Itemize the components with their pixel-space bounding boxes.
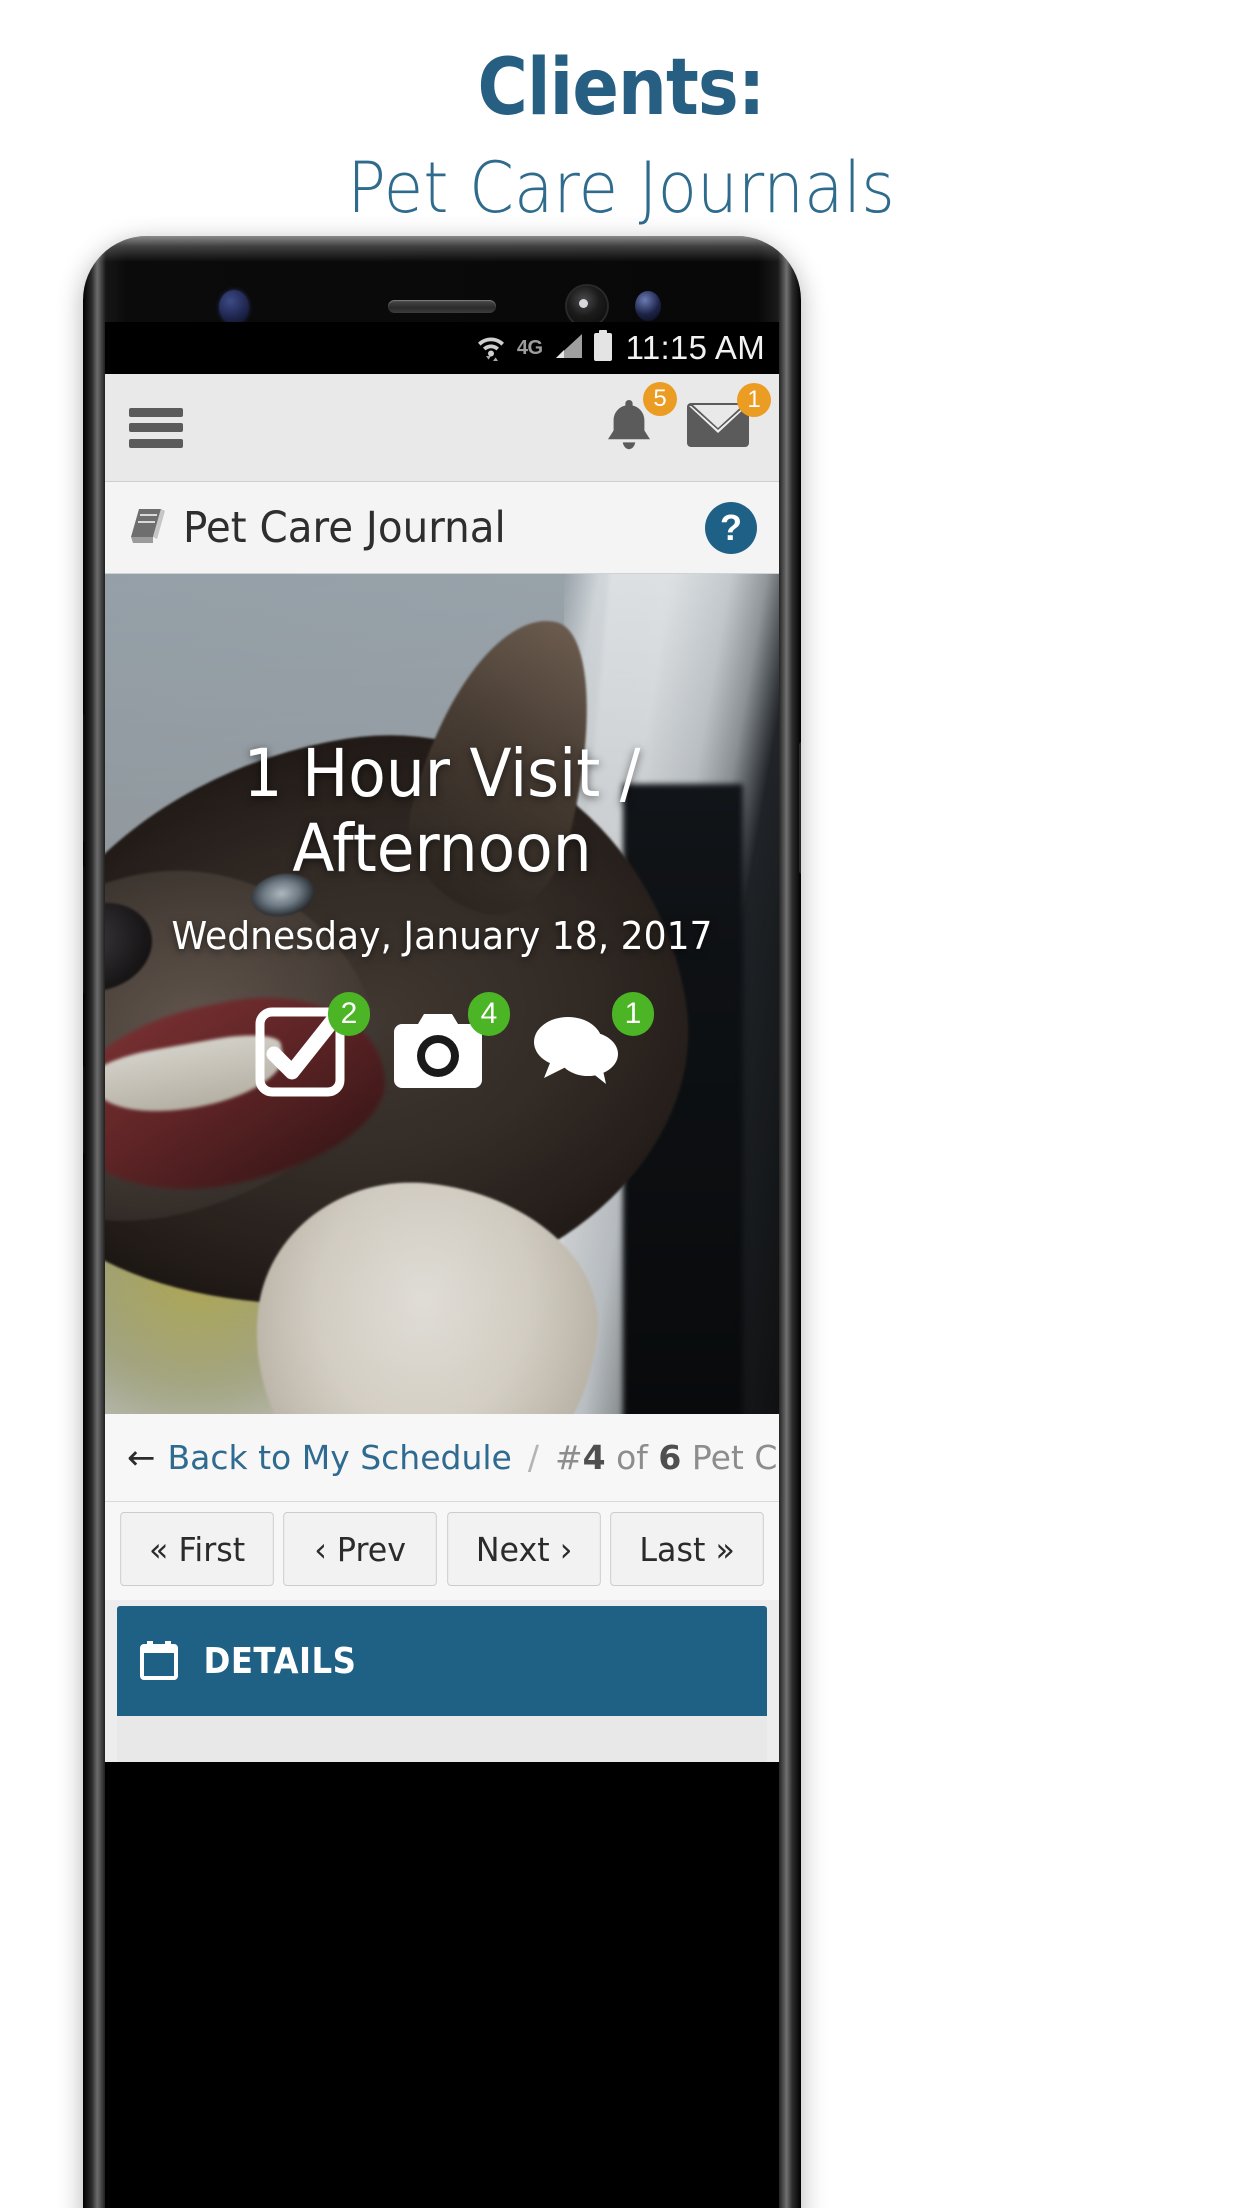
notifications-badge: 5	[643, 382, 677, 416]
chat-bubbles-icon	[530, 1017, 630, 1100]
promo-subheadline: Pet Care Journals	[347, 146, 895, 229]
hamburger-line	[129, 407, 183, 417]
phone-screen: 4G 11:15 AM 5 1 Pet Care Journal ? 1 Hou…	[105, 322, 779, 2208]
details-header[interactable]: DETAILS	[117, 1606, 767, 1716]
proximity-sensor-icon	[635, 291, 661, 321]
network-type-label: 4G	[516, 337, 543, 359]
earpiece-speaker	[388, 300, 496, 313]
wifi-icon	[474, 330, 508, 367]
bell-icon	[601, 400, 657, 458]
current-index: 4	[582, 1438, 606, 1477]
promo-screenshot-page: Clients: Pet Care Journals 4G 11:15 AM 5…	[0, 0, 1242, 2208]
journal-messages-badge: 1	[612, 992, 654, 1037]
hamburger-menu-icon[interactable]	[129, 407, 183, 448]
notifications-button[interactable]: 5	[601, 382, 677, 459]
calendar-icon	[139, 1637, 179, 1686]
battery-icon	[593, 329, 613, 367]
hero-action-row: 2 4 1	[133, 992, 751, 1103]
android-status-bar: 4G 11:15 AM	[105, 322, 779, 374]
back-arrow-icon[interactable]: ←	[127, 1438, 156, 1478]
back-to-schedule-link[interactable]: Back to My Schedule	[168, 1438, 512, 1477]
promo-headline: Clients:	[477, 43, 766, 133]
volume-down-button[interactable]	[83, 866, 85, 994]
tasks-badge: 2	[328, 992, 370, 1037]
camera-icon	[390, 1014, 486, 1102]
count-prefix: #	[554, 1438, 583, 1477]
assistant-button[interactable]	[83, 1066, 85, 1154]
pager-next-button[interactable]: Next ›	[446, 1512, 601, 1586]
phone-bezel-gloss	[83, 236, 801, 262]
photos-button[interactable]: 4	[390, 992, 510, 1103]
checkbox-checked-icon	[254, 1006, 346, 1102]
promo-headings: Clients: Pet Care Journals	[0, 43, 1242, 229]
phone-mockup: 4G 11:15 AM 5 1 Pet Care Journal ? 1 Hou…	[83, 236, 801, 2208]
tasks-button[interactable]: 2	[254, 992, 370, 1103]
breadcrumb: ← Back to My Schedule / #4 of 6 Pet Care…	[105, 1414, 779, 1502]
section-title-bar: Pet Care Journal ?	[105, 482, 779, 574]
journal-book-icon	[127, 503, 169, 552]
messages-button[interactable]: 1	[685, 383, 771, 458]
app-bar-actions: 5 1	[601, 382, 771, 459]
details-label: DETAILS	[203, 1640, 357, 1682]
power-button[interactable]	[799, 742, 801, 874]
volume-up-button[interactable]	[83, 714, 85, 842]
pagination-bar: « First ‹ Prev Next › Last »	[105, 1502, 779, 1600]
details-panel: DETAILS	[105, 1600, 779, 1762]
envelope-icon	[685, 403, 751, 457]
hero-content: 1 Hour Visit / Afternoon Wednesday, Janu…	[105, 736, 779, 1103]
help-icon[interactable]: ?	[705, 501, 757, 554]
section-title: Pet Care Journal	[183, 502, 506, 553]
count-suffix: Pet Care Journals	[691, 1438, 779, 1477]
journal-position-count: #4 of 6 Pet Care Journals	[555, 1438, 779, 1477]
pager-last-button[interactable]: Last »	[609, 1512, 764, 1586]
pager-first-button[interactable]: « First	[120, 1512, 275, 1586]
status-clock: 11:15 AM	[625, 329, 765, 366]
journal-hero: 1 Hour Visit / Afternoon Wednesday, Janu…	[105, 574, 779, 1414]
iris-scanner-icon	[219, 290, 249, 324]
photos-badge: 4	[468, 992, 510, 1037]
hamburger-line	[129, 438, 183, 448]
pager-prev-button[interactable]: ‹ Prev	[283, 1512, 438, 1586]
messages-badge: 1	[737, 383, 771, 417]
phone-body: 4G 11:15 AM 5 1 Pet Care Journal ? 1 Hou…	[83, 236, 801, 2208]
app-top-bar: 5 1	[105, 374, 779, 482]
journal-messages-button[interactable]: 1	[530, 992, 654, 1101]
signal-bars-icon	[552, 332, 584, 365]
of-label: of	[616, 1438, 648, 1477]
total-count: 6	[658, 1438, 682, 1477]
hamburger-line	[129, 423, 183, 432]
details-content-area	[117, 1716, 767, 1762]
hero-visit-title: 1 Hour Visit / Afternoon	[243, 735, 641, 888]
front-camera-icon	[567, 286, 607, 326]
hero-visit-date: Wednesday, January 18, 2017	[171, 914, 713, 959]
breadcrumb-separator: /	[527, 1438, 539, 1477]
